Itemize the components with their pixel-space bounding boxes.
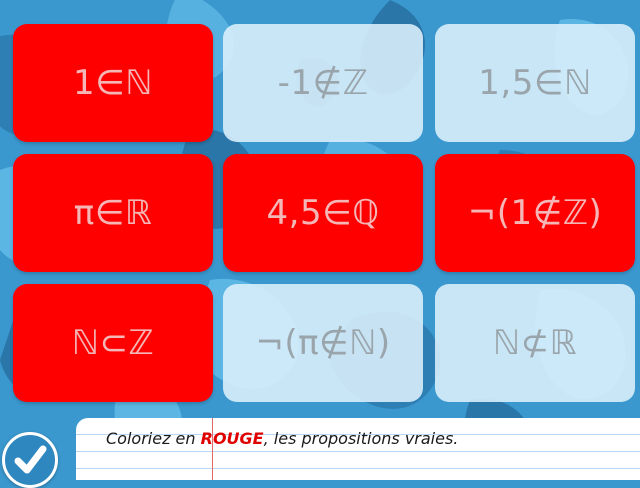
proposition-card-1[interactable]: 1∈ℕ [13,24,213,142]
footer-bar: Coloriez en ROUGE, les propositions vrai… [0,412,640,488]
checkmark-icon [14,445,47,474]
proposition-label: 1,5∈ℕ [478,63,592,103]
proposition-grid: 1∈ℕ -1∉ℤ 1,5∈ℕ π∈ℝ 4,5∈ℚ ¬(1∉ℤ) ℕ⊂ℤ ¬(π∉… [13,24,635,404]
proposition-label: ℕ⊄ℝ [492,323,578,363]
instruction-before: Coloriez en [106,429,201,448]
instruction-after: , les propositions vraies. [263,429,459,448]
proposition-card-2[interactable]: -1∉ℤ [223,24,423,142]
proposition-card-8[interactable]: ¬(π∉ℕ) [223,284,423,402]
proposition-card-4[interactable]: π∈ℝ [13,154,213,272]
proposition-card-7[interactable]: ℕ⊂ℤ [13,284,213,402]
instruction-text: Coloriez en ROUGE, les propositions vrai… [106,429,458,448]
proposition-label: ℕ⊂ℤ [71,323,155,363]
proposition-card-9[interactable]: ℕ⊄ℝ [435,284,635,402]
proposition-card-3[interactable]: 1,5∈ℕ [435,24,635,142]
proposition-label: π∈ℝ [73,193,153,233]
instruction-notepad: Coloriez en ROUGE, les propositions vrai… [76,418,640,480]
notepad-margin-line [212,418,213,480]
proposition-label: -1∉ℤ [277,63,369,103]
proposition-label: 4,5∈ℚ [266,193,380,233]
instruction-keyword: ROUGE [200,429,264,448]
proposition-label: ¬(1∉ℤ) [467,193,603,233]
proposition-card-5[interactable]: 4,5∈ℚ [223,154,423,272]
proposition-card-6[interactable]: ¬(1∉ℤ) [435,154,635,272]
proposition-label: 1∈ℕ [73,63,153,103]
proposition-label: ¬(π∉ℕ) [255,323,391,363]
